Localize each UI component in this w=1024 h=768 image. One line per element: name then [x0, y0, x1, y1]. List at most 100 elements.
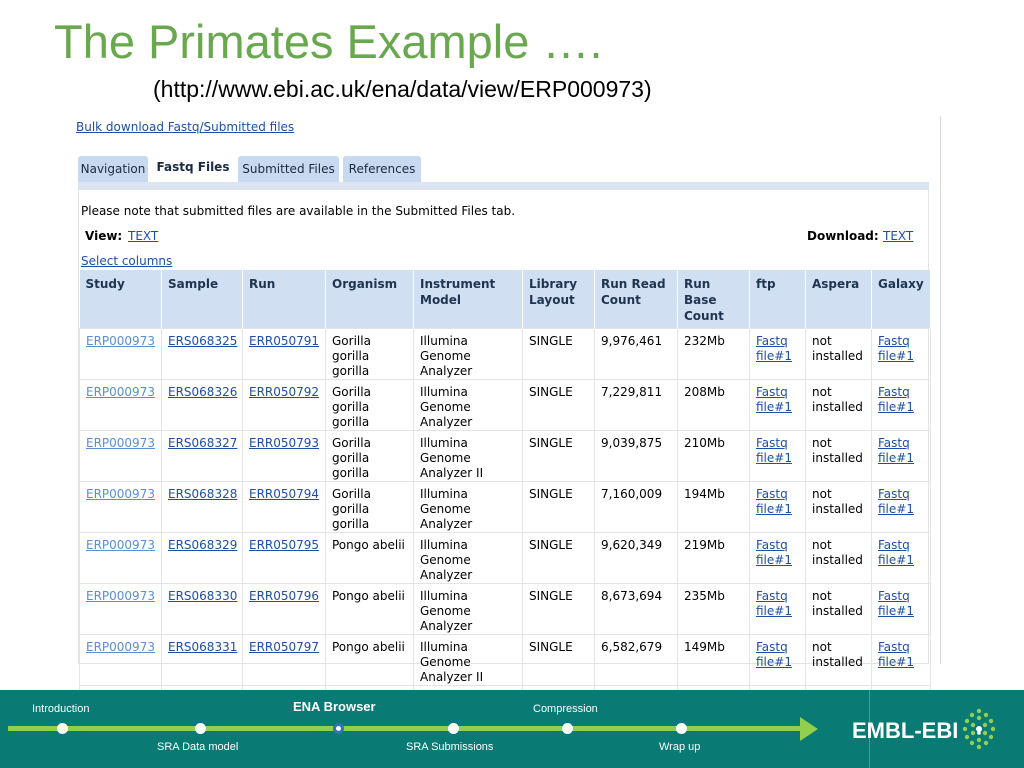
- nav-dot-introduction[interactable]: [57, 723, 68, 734]
- cell-read-count: 9,620,349: [594, 531, 678, 584]
- cell-aspera: not installed: [805, 327, 872, 380]
- galaxy-link[interactable]: Fastq file#1: [878, 385, 914, 414]
- run-link[interactable]: ERR050796: [249, 589, 319, 603]
- section-navigation-bar: Introduction SRA Data model ENA Browser …: [0, 690, 1024, 768]
- nav-dot-sra-data-model[interactable]: [195, 723, 206, 734]
- column-header-organism[interactable]: Organism: [325, 270, 414, 328]
- bulk-download-link[interactable]: Bulk download Fastq/Submitted files: [76, 120, 294, 134]
- sample-link[interactable]: ERS068331: [168, 640, 237, 654]
- tab-navigation[interactable]: Navigation: [78, 156, 148, 183]
- column-header-sample[interactable]: Sample: [161, 270, 243, 328]
- column-header-run-read-count[interactable]: Run Read Count: [594, 270, 678, 328]
- nav-label-sra-data-model[interactable]: SRA Data model: [157, 741, 238, 753]
- instrument-value: Illumina Genome Analyzer: [420, 486, 473, 531]
- nav-dot-sra-submissions[interactable]: [448, 723, 459, 734]
- run-link[interactable]: ERR050791: [249, 334, 319, 348]
- study-link[interactable]: ERP000973: [86, 334, 155, 348]
- column-header-study[interactable]: Study: [79, 270, 162, 328]
- column-header-library-layout[interactable]: Library Layout: [522, 270, 595, 328]
- cell-instrument: Illumina Genome Analyzer: [413, 582, 523, 635]
- view-text-link[interactable]: TEXT: [128, 229, 158, 243]
- cell-read-count: 9,976,461: [594, 327, 678, 380]
- nav-dot-wrap-up[interactable]: [676, 723, 687, 734]
- column-header-aspera[interactable]: Aspera: [805, 270, 872, 328]
- aspera-value: not installed: [812, 486, 863, 516]
- aspera-value: not installed: [812, 384, 863, 414]
- nav-label-compression[interactable]: Compression: [533, 703, 598, 715]
- nav-label-wrap-up[interactable]: Wrap up: [659, 741, 700, 753]
- read-count-value: 7,160,009: [601, 486, 663, 501]
- tab-submitted-files[interactable]: Submitted Files: [238, 156, 339, 183]
- nav-dot-compression[interactable]: [562, 723, 573, 734]
- ftp-link[interactable]: Fastq file#1: [756, 640, 792, 669]
- cell-layout: SINGLE: [522, 582, 595, 635]
- tab-references[interactable]: References: [343, 156, 421, 183]
- sample-link[interactable]: ERS068328: [168, 487, 237, 501]
- sample-link[interactable]: ERS068327: [168, 436, 237, 450]
- cell-galaxy: Fastq file#1: [871, 429, 931, 482]
- cell-sample: ERS068328: [161, 480, 243, 533]
- tab-fastq-files[interactable]: Fastq Files: [152, 151, 234, 183]
- study-link[interactable]: ERP000973: [86, 538, 155, 552]
- nav-label-ena-browser[interactable]: ENA Browser: [293, 699, 376, 714]
- organism-value: Gorilla gorilla gorilla: [332, 435, 371, 480]
- column-header-ftp[interactable]: ftp: [749, 270, 806, 328]
- run-link[interactable]: ERR050793: [249, 436, 319, 450]
- cell-aspera: not installed: [805, 429, 872, 482]
- study-link[interactable]: ERP000973: [86, 385, 155, 399]
- cell-study: ERP000973: [79, 531, 162, 584]
- base-count-value: 149Mb: [684, 639, 725, 654]
- ftp-link[interactable]: Fastq file#1: [756, 334, 792, 363]
- cell-run: ERR050796: [242, 582, 326, 635]
- galaxy-link[interactable]: Fastq file#1: [878, 538, 914, 567]
- cell-base-count: 235Mb: [677, 582, 750, 635]
- study-link[interactable]: ERP000973: [86, 640, 155, 654]
- organism-value: Gorilla gorilla gorilla: [332, 384, 371, 429]
- ftp-link[interactable]: Fastq file#1: [756, 538, 792, 567]
- run-link[interactable]: ERR050795: [249, 538, 319, 552]
- sample-link[interactable]: ERS068329: [168, 538, 237, 552]
- sample-link[interactable]: ERS068326: [168, 385, 237, 399]
- download-text-link[interactable]: TEXT: [883, 229, 913, 243]
- cell-ftp: Fastq file#1: [749, 531, 806, 584]
- cell-ftp: Fastq file#1: [749, 582, 806, 635]
- tab-strip: [78, 182, 929, 190]
- study-link[interactable]: ERP000973: [86, 589, 155, 603]
- galaxy-link[interactable]: Fastq file#1: [878, 487, 914, 516]
- column-header-run-base-count[interactable]: Run Base Count: [677, 270, 750, 328]
- sample-link[interactable]: ERS068325: [168, 334, 237, 348]
- ftp-link[interactable]: Fastq file#1: [756, 589, 792, 618]
- galaxy-link[interactable]: Fastq file#1: [878, 589, 914, 618]
- ftp-link[interactable]: Fastq file#1: [756, 487, 792, 516]
- cell-galaxy: Fastq file#1: [871, 327, 931, 380]
- instrument-value: Illumina Genome Analyzer: [420, 333, 473, 378]
- sample-link[interactable]: ERS068330: [168, 589, 237, 603]
- run-link[interactable]: ERR050797: [249, 640, 319, 654]
- cell-read-count: 8,673,694: [594, 582, 678, 635]
- study-link[interactable]: ERP000973: [86, 436, 155, 450]
- cell-ftp: Fastq file#1: [749, 327, 806, 380]
- ftp-link[interactable]: Fastq file#1: [756, 385, 792, 414]
- galaxy-link[interactable]: Fastq file#1: [878, 436, 914, 465]
- galaxy-link[interactable]: Fastq file#1: [878, 334, 914, 363]
- column-header-run[interactable]: Run: [242, 270, 326, 328]
- run-link[interactable]: ERR050794: [249, 487, 319, 501]
- layout-value: SINGLE: [529, 435, 573, 450]
- run-link[interactable]: ERR050792: [249, 385, 319, 399]
- aspera-value: not installed: [812, 639, 863, 669]
- cell-aspera: not installed: [805, 531, 872, 584]
- nav-label-sra-submissions[interactable]: SRA Submissions: [406, 741, 493, 753]
- instrument-value: Illumina Genome Analyzer II: [420, 639, 484, 684]
- column-header-galaxy[interactable]: Galaxy: [871, 270, 931, 328]
- cell-base-count: 232Mb: [677, 327, 750, 380]
- cell-study: ERP000973: [79, 378, 162, 431]
- nav-dot-ena-browser[interactable]: [333, 723, 344, 734]
- galaxy-link[interactable]: Fastq file#1: [878, 640, 914, 669]
- select-columns-link[interactable]: Select columns: [81, 254, 172, 268]
- cell-galaxy: Fastq file#1: [871, 582, 931, 635]
- table-row: ERP000973 ERS068329 ERR050795 Pongo abelii I…: [79, 531, 931, 584]
- ftp-link[interactable]: Fastq file#1: [756, 436, 792, 465]
- column-header-instrument-model[interactable]: Instrument Model: [413, 270, 523, 328]
- study-link[interactable]: ERP000973: [86, 487, 155, 501]
- nav-label-introduction[interactable]: Introduction: [32, 703, 89, 715]
